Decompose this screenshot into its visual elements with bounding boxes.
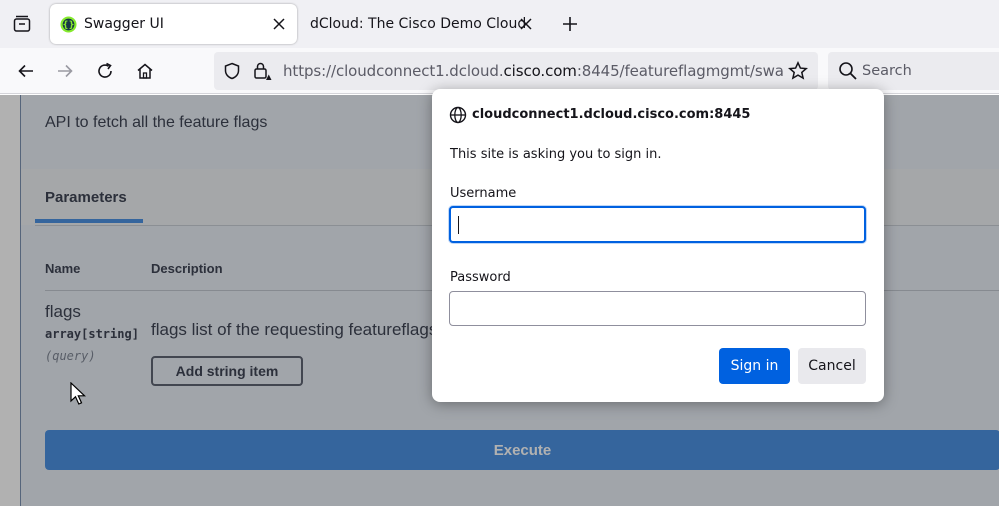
lock-warning-icon[interactable] — [252, 61, 272, 81]
back-button[interactable] — [10, 55, 42, 87]
tab-bar: {} Swagger UI dCloud: The Cisco Demo Clo… — [0, 0, 999, 48]
reload-button[interactable] — [89, 55, 121, 87]
tab-list-icon — [13, 15, 31, 32]
arrow-right-icon — [58, 64, 73, 78]
dialog-message: This site is asking you to sign in. — [450, 147, 662, 162]
url-prefix: https://cloudconnect1.dcloud. — [283, 62, 504, 80]
tab-title: dCloud: The Cisco Demo Cloud — [310, 16, 527, 32]
tab-title: Swagger UI — [84, 16, 164, 32]
close-icon — [273, 18, 285, 30]
password-field[interactable] — [449, 291, 866, 326]
url-host: cisco.com — [503, 62, 577, 80]
forward-button[interactable] — [49, 55, 81, 87]
search-bar[interactable]: Search — [828, 52, 999, 90]
username-field[interactable] — [449, 206, 866, 243]
reload-icon — [98, 62, 112, 78]
url-text[interactable]: https://cloudconnect1.dcloud.cisco.com:8… — [283, 62, 783, 80]
auth-dialog: cloudconnect1.dcloud.cisco.com:8445 This… — [432, 89, 884, 402]
svg-text:{}: {} — [62, 21, 74, 31]
sign-in-button[interactable]: Sign in — [719, 348, 790, 384]
mouse-cursor-icon — [70, 382, 86, 405]
username-label: Username — [450, 186, 517, 201]
password-label: Password — [450, 270, 511, 285]
tab-close-button[interactable] — [267, 12, 291, 36]
cancel-button[interactable]: Cancel — [798, 348, 866, 384]
close-icon — [520, 18, 532, 30]
browser-window: {} Swagger UI dCloud: The Cisco Demo Clo… — [0, 0, 999, 506]
tab-dcloud[interactable]: dCloud: The Cisco Demo Cloud — [300, 4, 544, 44]
address-bar[interactable]: https://cloudconnect1.dcloud.cisco.com:8… — [214, 52, 818, 90]
star-icon — [788, 61, 808, 80]
tab-swagger-ui[interactable]: {} Swagger UI — [50, 4, 297, 44]
home-icon — [137, 63, 153, 79]
url-suffix: :8445/featureflagmgmt/swagger-u — [576, 62, 783, 80]
text-caret — [458, 216, 459, 234]
swagger-favicon-icon: {} — [60, 16, 77, 33]
new-tab-button[interactable] — [554, 8, 586, 40]
tracking-protection-shield-icon[interactable] — [222, 61, 242, 81]
plus-icon — [563, 17, 577, 31]
home-button[interactable] — [129, 55, 161, 87]
bookmark-star-button[interactable] — [788, 61, 808, 81]
tab-list-button[interactable] — [6, 8, 38, 40]
arrow-left-icon — [18, 64, 33, 78]
tab-close-button[interactable] — [514, 12, 538, 36]
search-icon — [839, 62, 857, 80]
navigation-toolbar: https://cloudconnect1.dcloud.cisco.com:8… — [0, 48, 999, 94]
search-placeholder: Search — [862, 63, 912, 79]
globe-icon — [449, 106, 467, 124]
dialog-origin: cloudconnect1.dcloud.cisco.com:8445 — [472, 107, 751, 122]
